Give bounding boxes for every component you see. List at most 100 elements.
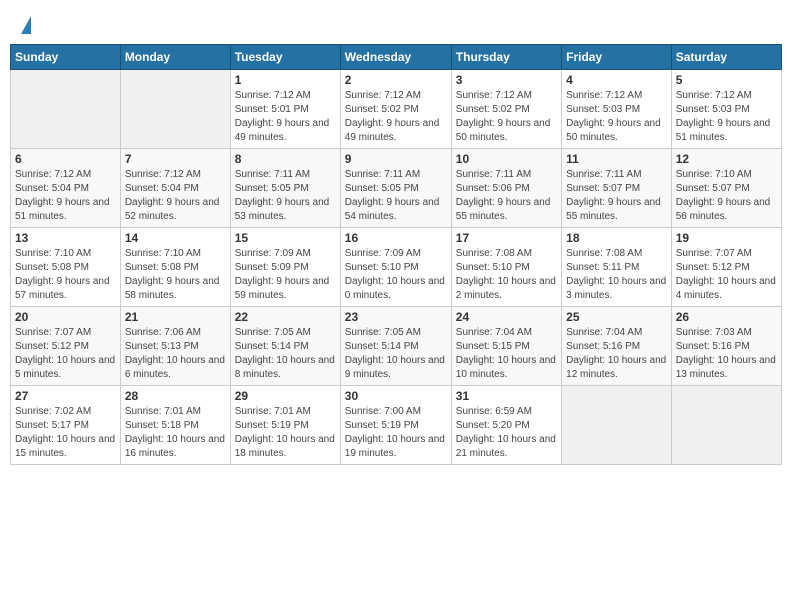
- day-info: Sunrise: 7:11 AM Sunset: 5:06 PM Dayligh…: [456, 168, 557, 224]
- day-number: 7: [125, 152, 226, 166]
- day-info: Sunrise: 7:01 AM Sunset: 5:18 PM Dayligh…: [125, 405, 226, 461]
- day-number: 1: [235, 73, 336, 87]
- day-number: 23: [345, 310, 447, 324]
- calendar-cell: 18 Sunrise: 7:08 AM Sunset: 5:11 PM Dayli…: [562, 228, 672, 307]
- day-info: Sunrise: 7:10 AM Sunset: 5:08 PM Dayligh…: [15, 247, 116, 303]
- day-info: Sunrise: 7:06 AM Sunset: 5:13 PM Dayligh…: [125, 326, 226, 382]
- day-info: Sunrise: 7:05 AM Sunset: 5:14 PM Dayligh…: [345, 326, 447, 382]
- day-number: 13: [15, 231, 116, 245]
- day-number: 10: [456, 152, 557, 166]
- calendar-cell: 26 Sunrise: 7:03 AM Sunset: 5:16 PM Dayli…: [671, 307, 781, 386]
- day-info: Sunrise: 7:08 AM Sunset: 5:11 PM Dayligh…: [566, 247, 667, 303]
- calendar-cell: 15 Sunrise: 7:09 AM Sunset: 5:09 PM Dayli…: [230, 228, 340, 307]
- day-number: 24: [456, 310, 557, 324]
- calendar-cell: [671, 386, 781, 465]
- column-header-thursday: Thursday: [451, 45, 561, 70]
- calendar-cell: [120, 70, 230, 149]
- day-info: Sunrise: 7:11 AM Sunset: 5:07 PM Dayligh…: [566, 168, 667, 224]
- column-header-monday: Monday: [120, 45, 230, 70]
- day-number: 30: [345, 389, 447, 403]
- day-info: Sunrise: 7:00 AM Sunset: 5:19 PM Dayligh…: [345, 405, 447, 461]
- page-header: [10, 10, 782, 38]
- day-number: 5: [676, 73, 777, 87]
- calendar-week-row: 20 Sunrise: 7:07 AM Sunset: 5:12 PM Dayli…: [11, 307, 782, 386]
- day-number: 12: [676, 152, 777, 166]
- day-number: 17: [456, 231, 557, 245]
- day-number: 6: [15, 152, 116, 166]
- day-number: 26: [676, 310, 777, 324]
- day-info: Sunrise: 7:11 AM Sunset: 5:05 PM Dayligh…: [235, 168, 336, 224]
- day-number: 25: [566, 310, 667, 324]
- day-info: Sunrise: 7:12 AM Sunset: 5:02 PM Dayligh…: [456, 89, 557, 145]
- column-header-tuesday: Tuesday: [230, 45, 340, 70]
- day-info: Sunrise: 6:59 AM Sunset: 5:20 PM Dayligh…: [456, 405, 557, 461]
- calendar-cell: 17 Sunrise: 7:08 AM Sunset: 5:10 PM Dayli…: [451, 228, 561, 307]
- calendar-cell: 19 Sunrise: 7:07 AM Sunset: 5:12 PM Dayli…: [671, 228, 781, 307]
- day-number: 11: [566, 152, 667, 166]
- day-number: 29: [235, 389, 336, 403]
- calendar-cell: 25 Sunrise: 7:04 AM Sunset: 5:16 PM Dayli…: [562, 307, 672, 386]
- day-info: Sunrise: 7:10 AM Sunset: 5:07 PM Dayligh…: [676, 168, 777, 224]
- calendar-cell: 27 Sunrise: 7:02 AM Sunset: 5:17 PM Dayli…: [11, 386, 121, 465]
- day-info: Sunrise: 7:04 AM Sunset: 5:15 PM Dayligh…: [456, 326, 557, 382]
- day-info: Sunrise: 7:12 AM Sunset: 5:04 PM Dayligh…: [15, 168, 116, 224]
- calendar-cell: [562, 386, 672, 465]
- day-info: Sunrise: 7:04 AM Sunset: 5:16 PM Dayligh…: [566, 326, 667, 382]
- calendar-cell: 23 Sunrise: 7:05 AM Sunset: 5:14 PM Dayli…: [340, 307, 451, 386]
- day-number: 3: [456, 73, 557, 87]
- day-number: 31: [456, 389, 557, 403]
- day-info: Sunrise: 7:03 AM Sunset: 5:16 PM Dayligh…: [676, 326, 777, 382]
- day-info: Sunrise: 7:12 AM Sunset: 5:03 PM Dayligh…: [676, 89, 777, 145]
- day-number: 4: [566, 73, 667, 87]
- day-info: Sunrise: 7:07 AM Sunset: 5:12 PM Dayligh…: [15, 326, 116, 382]
- calendar-week-row: 13 Sunrise: 7:10 AM Sunset: 5:08 PM Dayli…: [11, 228, 782, 307]
- calendar-cell: 30 Sunrise: 7:00 AM Sunset: 5:19 PM Dayli…: [340, 386, 451, 465]
- calendar-cell: 11 Sunrise: 7:11 AM Sunset: 5:07 PM Dayli…: [562, 149, 672, 228]
- calendar-week-row: 6 Sunrise: 7:12 AM Sunset: 5:04 PM Daylig…: [11, 149, 782, 228]
- day-number: 21: [125, 310, 226, 324]
- column-header-friday: Friday: [562, 45, 672, 70]
- calendar-cell: 10 Sunrise: 7:11 AM Sunset: 5:06 PM Dayli…: [451, 149, 561, 228]
- day-number: 19: [676, 231, 777, 245]
- calendar-cell: 22Sunrise: 7:05 AM Sunset: 5:14 PM Dayli…: [230, 307, 340, 386]
- day-number: 2: [345, 73, 447, 87]
- calendar-header-row: SundayMondayTuesdayWednesdayThursdayFrid…: [11, 45, 782, 70]
- calendar-cell: 31 Sunrise: 6:59 AM Sunset: 5:20 PM Dayli…: [451, 386, 561, 465]
- calendar-cell: 9 Sunrise: 7:11 AM Sunset: 5:05 PM Daylig…: [340, 149, 451, 228]
- day-info: Sunrise: 7:01 AM Sunset: 5:19 PM Dayligh…: [235, 405, 336, 461]
- calendar-cell: 21 Sunrise: 7:06 AM Sunset: 5:13 PM Dayli…: [120, 307, 230, 386]
- day-number: 14: [125, 231, 226, 245]
- day-info: Sunrise: 7:07 AM Sunset: 5:12 PM Dayligh…: [676, 247, 777, 303]
- day-number: 8: [235, 152, 336, 166]
- calendar-cell: 20 Sunrise: 7:07 AM Sunset: 5:12 PM Dayli…: [11, 307, 121, 386]
- calendar-cell: 3 Sunrise: 7:12 AM Sunset: 5:02 PM Daylig…: [451, 70, 561, 149]
- calendar-cell: 16 Sunrise: 7:09 AM Sunset: 5:10 PM Dayli…: [340, 228, 451, 307]
- day-number: 20: [15, 310, 116, 324]
- day-info: Sunrise: 7:09 AM Sunset: 5:10 PM Dayligh…: [345, 247, 447, 303]
- day-number: 22: [235, 310, 336, 324]
- column-header-sunday: Sunday: [11, 45, 121, 70]
- day-number: 16: [345, 231, 447, 245]
- calendar-cell: 6 Sunrise: 7:12 AM Sunset: 5:04 PM Daylig…: [11, 149, 121, 228]
- calendar-cell: 8 Sunrise: 7:11 AM Sunset: 5:05 PM Daylig…: [230, 149, 340, 228]
- calendar-cell: 1 Sunrise: 7:12 AM Sunset: 5:01 PM Daylig…: [230, 70, 340, 149]
- day-info: Sunrise: 7:02 AM Sunset: 5:17 PM Dayligh…: [15, 405, 116, 461]
- day-number: 18: [566, 231, 667, 245]
- day-number: 9: [345, 152, 447, 166]
- calendar-week-row: 1 Sunrise: 7:12 AM Sunset: 5:01 PM Daylig…: [11, 70, 782, 149]
- day-info: Sunrise: 7:09 AM Sunset: 5:09 PM Dayligh…: [235, 247, 336, 303]
- calendar-cell: 2Sunrise: 7:12 AM Sunset: 5:02 PM Daylig…: [340, 70, 451, 149]
- day-info: Sunrise: 7:08 AM Sunset: 5:10 PM Dayligh…: [456, 247, 557, 303]
- day-number: 27: [15, 389, 116, 403]
- day-number: 15: [235, 231, 336, 245]
- calendar-cell: 13 Sunrise: 7:10 AM Sunset: 5:08 PM Dayli…: [11, 228, 121, 307]
- calendar-cell: 5 Sunrise: 7:12 AM Sunset: 5:03 PM Daylig…: [671, 70, 781, 149]
- day-info: Sunrise: 7:11 AM Sunset: 5:05 PM Dayligh…: [345, 168, 447, 224]
- calendar-cell: 14 Sunrise: 7:10 AM Sunset: 5:08 PM Dayli…: [120, 228, 230, 307]
- calendar-cell: [11, 70, 121, 149]
- day-number: 28: [125, 389, 226, 403]
- day-info: Sunrise: 7:10 AM Sunset: 5:08 PM Dayligh…: [125, 247, 226, 303]
- day-info: Sunrise: 7:12 AM Sunset: 5:01 PM Dayligh…: [235, 89, 336, 145]
- logo: [20, 18, 31, 34]
- calendar-cell: 24 Sunrise: 7:04 AM Sunset: 5:15 PM Dayli…: [451, 307, 561, 386]
